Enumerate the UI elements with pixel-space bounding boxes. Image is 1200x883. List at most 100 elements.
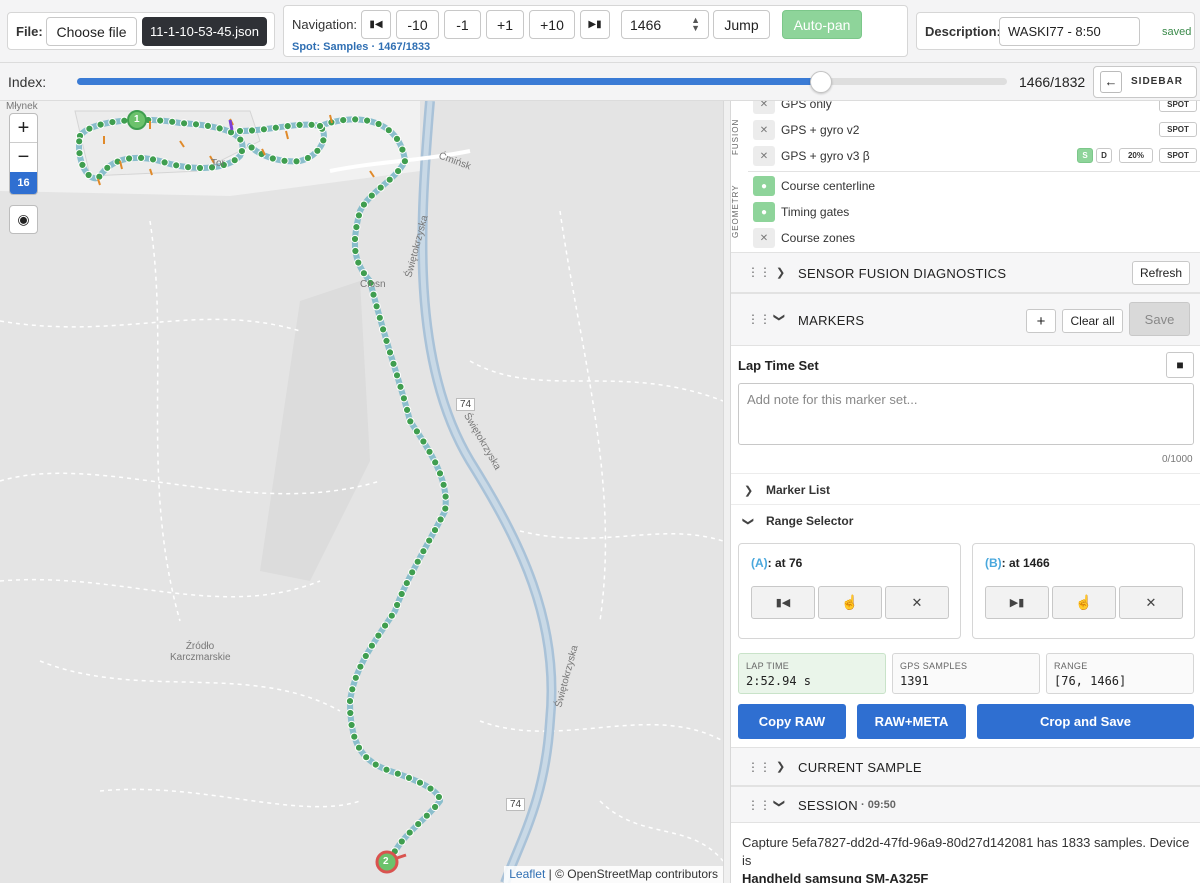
copy-raw-button[interactable]: Copy RAW xyxy=(738,704,846,739)
auto-pan-button[interactable]: Auto-pan xyxy=(782,10,862,39)
layer-course-zones[interactable]: ✕ Course zones xyxy=(753,227,855,249)
gps-track-point xyxy=(268,154,277,163)
crop-and-save-button[interactable]: Crop and Save xyxy=(977,704,1194,739)
percent-chip[interactable]: 20% xyxy=(1119,148,1153,163)
gps-track-point xyxy=(435,469,445,478)
gps-track-point xyxy=(361,651,370,661)
gps-track-point xyxy=(303,153,312,163)
drag-handle-icon[interactable]: ⋮⋮ xyxy=(747,798,771,812)
raw-meta-button[interactable]: RAW+META xyxy=(857,704,966,739)
range-selector-label: Range Selector xyxy=(766,514,854,528)
choose-file-button[interactable]: Choose file xyxy=(46,17,137,46)
add-marker-button[interactable]: + xyxy=(1026,309,1056,333)
drag-handle-icon[interactable]: ⋮⋮ xyxy=(747,265,771,279)
layer-gps-gyro-v2[interactable]: ✕ GPS + gyro v2 xyxy=(753,119,859,141)
gps-track-point xyxy=(385,348,395,357)
index-slider[interactable] xyxy=(77,71,1007,93)
spot-chip[interactable]: SPOT xyxy=(1159,101,1197,112)
map-canvas xyxy=(0,101,723,883)
chevron-right-icon[interactable]: ❯ xyxy=(776,266,785,279)
clear-b-button[interactable]: ✕ xyxy=(1119,586,1183,619)
layer-name: GPS + gyro v3 β xyxy=(781,149,870,163)
panel-splitter[interactable] xyxy=(723,101,731,883)
gps-track-point xyxy=(394,167,403,176)
gps-track-point xyxy=(313,146,322,155)
index-slider-thumb[interactable] xyxy=(810,71,833,93)
leaflet-link[interactable]: Leaflet xyxy=(509,867,545,881)
description-input[interactable]: WASKI77 - 8:50 xyxy=(999,17,1140,46)
clear-all-button[interactable]: Clear all xyxy=(1062,309,1123,333)
map-label-ciosn: Ciosn xyxy=(360,279,386,290)
first-sample-button[interactable]: ▮◀ xyxy=(361,10,391,39)
eye-off-icon[interactable]: ✕ xyxy=(753,146,775,166)
eye-icon[interactable]: ● xyxy=(753,176,775,196)
jump-index-input[interactable]: 1466 ▲ ▼ xyxy=(621,10,709,39)
file-panel: File: Choose file 11-1-10-53-45.json xyxy=(7,12,275,50)
set-b-button[interactable]: ☝ xyxy=(1052,586,1116,619)
drag-handle-icon[interactable]: ⋮⋮ xyxy=(747,312,771,326)
gps-track-point xyxy=(235,126,245,136)
route-74-badge: 74 xyxy=(456,398,476,411)
last-sample-button[interactable]: ▶▮ xyxy=(580,10,610,39)
index-label: Index: xyxy=(8,74,47,90)
gps-track-point xyxy=(399,394,408,403)
session-header[interactable]: ⋮⋮ ❯ SESSION · 09:50 xyxy=(731,786,1200,823)
gps-track-point xyxy=(156,116,165,125)
layer-gps-only[interactable]: ✕ GPS only xyxy=(753,101,832,115)
gps-track-point xyxy=(425,536,434,545)
markers-header[interactable]: ⋮⋮ ❯ MARKERS + Clear all Save xyxy=(731,293,1200,346)
marker-note-input[interactable]: Add note for this marker set... xyxy=(738,383,1194,445)
filename-button[interactable]: 11-1-10-53-45.json xyxy=(142,17,267,46)
eye-off-icon[interactable]: ✕ xyxy=(753,120,775,140)
layer-timing-gates[interactable]: ● Timing gates xyxy=(753,201,849,223)
layer-name: GPS only xyxy=(781,101,832,111)
layer-gps-gyro-v3[interactable]: ✕ GPS + gyro v3 β xyxy=(753,145,870,167)
goto-b-button[interactable]: ▶▮ xyxy=(985,586,1049,619)
chevron-down-icon[interactable]: ❯ xyxy=(773,799,786,808)
refresh-button[interactable]: Refresh xyxy=(1132,261,1190,285)
route-74-badge-lower: 74 xyxy=(506,798,526,811)
gps-track-point xyxy=(402,579,411,588)
eye-off-icon[interactable]: ✕ xyxy=(753,228,775,248)
layer-course-centerline[interactable]: ● Course centerline xyxy=(753,175,875,197)
chevron-right-icon[interactable]: ❯ xyxy=(776,760,785,773)
current-sample-header[interactable]: ⋮⋮ ❯ CURRENT SAMPLE xyxy=(731,747,1200,786)
eye-icon[interactable]: ● xyxy=(753,202,775,222)
jump-button[interactable]: Jump xyxy=(713,10,770,39)
spot-chip[interactable]: SPOT xyxy=(1159,122,1197,137)
s-chip[interactable]: S xyxy=(1077,148,1093,163)
palette-button[interactable]: ◉ xyxy=(9,205,38,234)
gps-track-point xyxy=(404,773,414,783)
eye-off-icon[interactable]: ✕ xyxy=(753,101,775,114)
sidebar-toggle-button[interactable]: ← SIDEBAR xyxy=(1093,66,1197,98)
set-a-button[interactable]: ☝ xyxy=(818,586,882,619)
save-markers-button[interactable]: Save xyxy=(1129,302,1190,336)
marker-list-toggle[interactable]: ❯ Marker List xyxy=(731,473,1200,504)
spinner-icon[interactable]: ▲ ▼ xyxy=(691,16,700,33)
geometry-tab: GEOMETRY xyxy=(731,184,740,238)
gps-track-point xyxy=(307,120,316,129)
spot-chip[interactable]: SPOT xyxy=(1159,148,1197,163)
d-chip[interactable]: D xyxy=(1096,148,1112,163)
zoom-out-button[interactable]: − xyxy=(10,143,37,172)
minus10-button[interactable]: -10 xyxy=(396,10,439,39)
drag-handle-icon[interactable]: ⋮⋮ xyxy=(747,760,771,774)
zoom-in-button[interactable]: + xyxy=(10,114,37,143)
delete-set-button[interactable]: ■ xyxy=(1166,352,1194,378)
minus1-button[interactable]: -1 xyxy=(444,10,481,39)
range-b-card: (B): at 1466 ▶▮ ☝ ✕ xyxy=(972,543,1195,639)
gps-track-point xyxy=(384,126,393,135)
chevron-down-icon[interactable]: ❯ xyxy=(773,313,786,322)
plus10-button[interactable]: +10 xyxy=(529,10,575,39)
range-selector-toggle[interactable]: ❯ Range Selector xyxy=(731,504,1200,535)
sensor-fusion-header[interactable]: ⋮⋮ ❯ SENSOR FUSION DIAGNOSTICS Refresh xyxy=(731,252,1200,293)
map-attribution: Leaflet | © OpenStreetMap contributors xyxy=(504,866,723,883)
plus1-button[interactable]: +1 xyxy=(486,10,524,39)
clear-a-button[interactable]: ✕ xyxy=(885,586,949,619)
map-view[interactable]: 1 2 Młynek Tor Ćmińsk Ciosn Świętokrzysk… xyxy=(0,101,723,883)
note-counter: 0/1000 xyxy=(1162,454,1193,465)
gps-track-point xyxy=(374,631,383,640)
goto-a-button[interactable]: ▮◀ xyxy=(751,586,815,619)
gps-track-point xyxy=(422,811,431,820)
gps-track-point xyxy=(400,157,409,166)
